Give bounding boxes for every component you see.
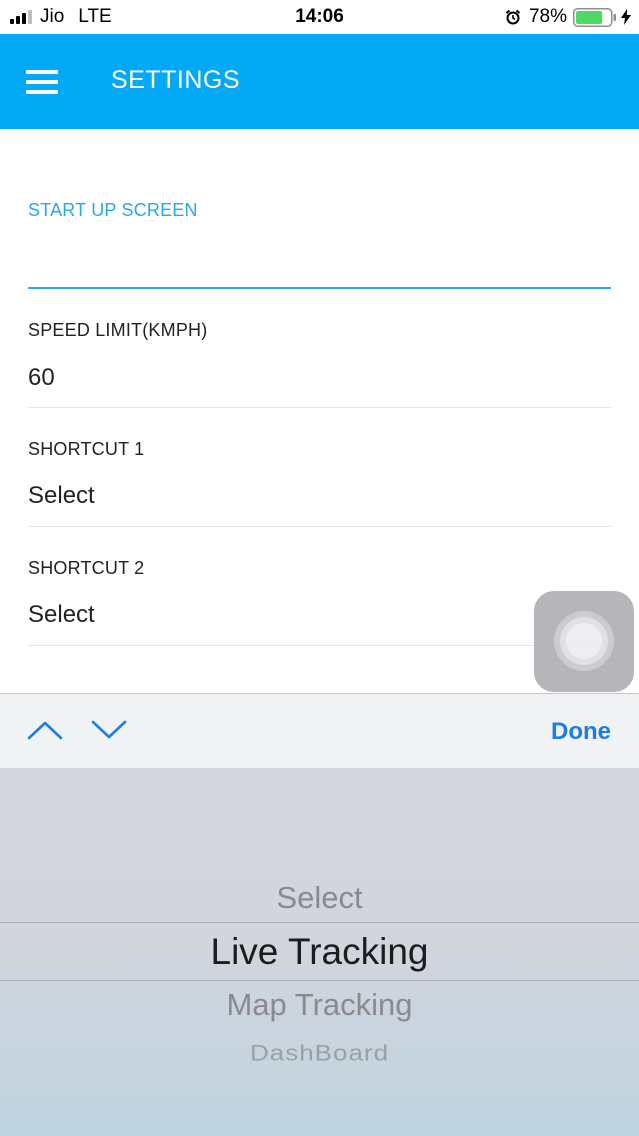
assistive-touch-ring	[566, 623, 602, 659]
shortcut-2-divider	[28, 645, 611, 646]
hamburger-menu-icon[interactable]	[26, 68, 58, 96]
assistive-touch-button[interactable]	[534, 591, 634, 692]
page-title: SETTINGS	[111, 66, 241, 94]
chevron-down-icon[interactable]	[90, 718, 128, 742]
speed-limit-label: SPEED LIMIT(KMPH)	[28, 320, 208, 340]
picker-option-map-tracking[interactable]: Map Tracking	[0, 987, 639, 1023]
status-right: 78%	[505, 6, 631, 28]
battery-icon	[573, 7, 616, 27]
status-bar: Jio LTE 14:06 78%	[0, 0, 639, 34]
start-up-screen-field[interactable]: START UP SCREEN	[28, 200, 611, 292]
shortcut-1-divider	[28, 526, 611, 527]
done-button[interactable]: Done	[551, 718, 611, 746]
battery-percent: 78%	[528, 6, 567, 27]
picker-option-dashboard[interactable]: DashBoard	[0, 1040, 639, 1066]
picker-wheel[interactable]: Select Live Tracking Map Tracking DashBo…	[0, 768, 639, 1136]
picker-selection-top-line	[0, 922, 639, 923]
chevron-up-icon[interactable]	[26, 718, 64, 742]
start-up-screen-label: START UP SCREEN	[28, 200, 198, 220]
alarm-icon	[505, 9, 521, 25]
picker-selection-bottom-line	[0, 980, 639, 981]
speed-limit-divider	[28, 407, 611, 408]
speed-limit-field[interactable]: SPEED LIMIT(KMPH) 60	[28, 320, 611, 410]
app-header: SETTINGS	[0, 34, 639, 129]
shortcut-2-field[interactable]: SHORTCUT 2 Select	[28, 558, 611, 648]
shortcut-1-select[interactable]: Select	[28, 482, 95, 510]
charging-bolt-icon	[621, 9, 631, 25]
picker-option-live-tracking[interactable]: Live Tracking	[0, 931, 639, 973]
shortcut-2-label: SHORTCUT 2	[28, 558, 145, 578]
picker-option-select[interactable]: Select	[0, 880, 639, 916]
picker-toolbar: Done	[0, 693, 639, 769]
shortcut-2-select[interactable]: Select	[28, 601, 95, 629]
shortcut-1-label: SHORTCUT 1	[28, 439, 145, 459]
start-up-screen-underline	[28, 287, 611, 289]
speed-limit-input[interactable]: 60	[28, 364, 55, 392]
shortcut-1-field[interactable]: SHORTCUT 1 Select	[28, 439, 611, 529]
